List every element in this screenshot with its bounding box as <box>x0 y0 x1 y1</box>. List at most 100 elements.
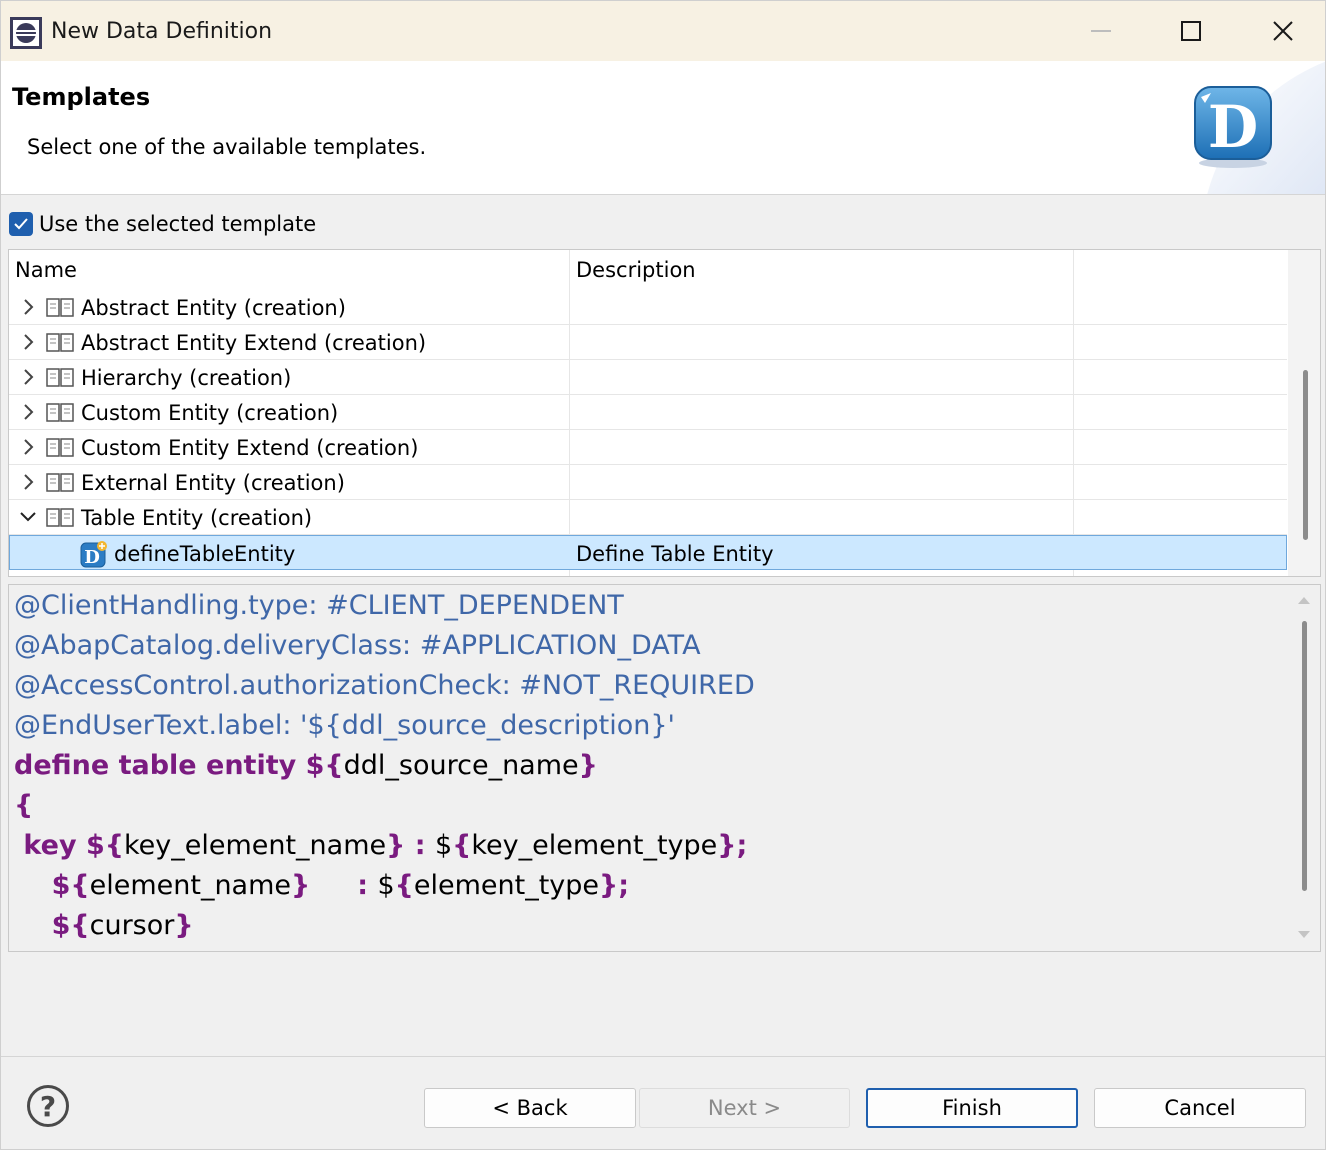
footer-divider <box>1 1056 1325 1057</box>
code-token: @ClientHandling.type: #CLIENT_DEPENDENT <box>14 589 624 621</box>
template-description: Define Table Entity <box>576 541 774 566</box>
code-line: ${element_name} : ${element_type}; <box>14 865 629 905</box>
table-row[interactable]: Hierarchy (creation) <box>9 360 1287 395</box>
code-token: ${ <box>14 869 90 901</box>
code-token: $ <box>434 829 453 861</box>
table-row[interactable]: Table Entity (creation) <box>9 500 1287 535</box>
template-group-label: Table Entity (creation) <box>81 505 313 530</box>
next-button[interactable]: Next > <box>639 1088 850 1128</box>
finish-button[interactable]: Finish <box>866 1088 1078 1128</box>
code-line: ${cursor} <box>14 905 194 945</box>
template-group-book-icon <box>46 298 74 317</box>
code-token: @AbapCatalog.deliveryClass: #APPLICATION… <box>14 629 701 661</box>
back-button[interactable]: < Back <box>424 1088 636 1128</box>
table-row-selected[interactable]: D defineTableEntity Define Table Entity <box>9 535 1287 570</box>
code-line: @AccessControl.authorizationCheck: #NOT_… <box>14 665 755 705</box>
column-header-description[interactable]: Description <box>576 250 1066 290</box>
code-line: define table entity ${ddl_source_name} <box>14 745 598 785</box>
table-row[interactable]: Custom Entity (creation) <box>9 395 1287 430</box>
page-title: Templates <box>12 83 151 111</box>
code-token: { <box>14 789 34 821</box>
cancel-button[interactable]: Cancel <box>1094 1088 1306 1128</box>
maximize-icon <box>1181 21 1201 41</box>
template-group-book-icon <box>46 438 74 457</box>
template-group-book-icon <box>46 473 74 492</box>
close-icon <box>1273 21 1293 41</box>
column-header-name[interactable]: Name <box>15 250 565 290</box>
chevron-right-icon[interactable] <box>18 437 38 457</box>
code-token: define table entity ${ <box>14 749 344 781</box>
minimize-icon <box>1091 30 1111 32</box>
preview-scrollbar[interactable] <box>1288 585 1320 951</box>
table-row[interactable]: Abstract Entity Extend (creation) <box>9 325 1287 360</box>
code-token: key_element_type <box>471 829 718 861</box>
template-group-label: External Entity (creation) <box>81 470 345 495</box>
help-icon[interactable]: ? <box>27 1085 69 1127</box>
scroll-up-arrow-icon[interactable] <box>1298 597 1310 604</box>
code-token: @EndUserText.label: '${ddl_source_descri… <box>14 709 675 741</box>
code-token: key_element_name <box>123 829 387 861</box>
code-token: element_type <box>413 869 600 901</box>
code-token: @AccessControl.authorizationCheck: #NOT_… <box>14 669 755 701</box>
window-title: New Data Definition <box>51 19 273 44</box>
table-scrollbar[interactable] <box>1288 250 1320 576</box>
template-group-label: Abstract Entity (creation) <box>81 295 346 320</box>
code-token: key ${ <box>14 829 124 861</box>
table-row[interactable]: Custom Entity Extend (creation) <box>9 430 1287 465</box>
chevron-right-icon[interactable] <box>18 332 38 352</box>
use-template-label: Use the selected template <box>39 212 317 236</box>
table-row[interactable]: Abstract Entity (creation) <box>9 290 1287 325</box>
chevron-down-icon[interactable] <box>18 507 38 527</box>
code-line: @AbapCatalog.deliveryClass: #APPLICATION… <box>14 625 701 665</box>
chevron-right-icon[interactable] <box>18 297 38 317</box>
svg-text:D: D <box>84 547 100 568</box>
template-group-book-icon <box>46 333 74 352</box>
code-token: } <box>174 909 194 941</box>
minimize-button[interactable] <box>1055 1 1147 61</box>
title-bar[interactable]: New Data Definition <box>1 1 1325 61</box>
template-icon: D <box>80 541 107 568</box>
template-group-book-icon <box>46 368 74 387</box>
chevron-right-icon[interactable] <box>18 367 38 387</box>
maximize-button[interactable] <box>1145 1 1237 61</box>
template-group-label: Hierarchy (creation) <box>81 365 292 390</box>
code-token: }; <box>599 869 630 901</box>
code-line: key ${key_element_name} : ${key_element_… <box>14 825 747 865</box>
page-message: Select one of the available templates. <box>27 135 427 159</box>
scroll-down-arrow-icon[interactable] <box>1298 931 1310 938</box>
code-token: } : <box>291 869 378 901</box>
close-button[interactable] <box>1237 1 1325 61</box>
code-line: @EndUserText.label: '${ddl_source_descri… <box>14 705 675 745</box>
code-line: { <box>14 785 33 825</box>
code-token: } : <box>386 829 435 861</box>
code-token: } <box>578 749 598 781</box>
code-token: { <box>452 829 472 861</box>
ddl-source-logo-icon: D <box>1194 86 1272 168</box>
template-name: defineTableEntity <box>114 541 296 566</box>
template-group-book-icon <box>46 508 74 527</box>
code-line: @ClientHandling.type: #CLIENT_DEPENDENT <box>14 585 624 625</box>
column-header-extra[interactable] <box>1080 250 1280 290</box>
table-scrollbar-thumb[interactable] <box>1303 370 1308 540</box>
template-group-label: Custom Entity Extend (creation) <box>81 435 419 460</box>
wizard-header: Templates Select one of the available te… <box>1 61 1325 195</box>
checkbox-checked-icon[interactable] <box>9 212 33 236</box>
template-preview[interactable]: @ClientHandling.type: #CLIENT_DEPENDENT @… <box>8 584 1321 952</box>
preview-scrollbar-thumb[interactable] <box>1302 621 1307 891</box>
use-template-checkbox[interactable]: Use the selected template <box>9 209 316 239</box>
eclipse-app-icon <box>10 17 42 49</box>
table-row[interactable]: External Entity (creation) <box>9 465 1287 500</box>
templates-table[interactable]: Name Description Abstract Entity (creati… <box>8 249 1321 577</box>
code-token: ddl_source_name <box>343 749 579 781</box>
code-token: $ <box>377 869 395 901</box>
code-token: { <box>394 869 414 901</box>
chevron-right-icon[interactable] <box>18 472 38 492</box>
template-group-book-icon <box>46 403 74 422</box>
svg-text:D: D <box>1208 93 1258 161</box>
template-group-label: Custom Entity (creation) <box>81 400 339 425</box>
template-group-label: Abstract Entity Extend (creation) <box>81 330 427 355</box>
code-token: }; <box>717 829 748 861</box>
code-token: cursor <box>89 909 175 941</box>
chevron-right-icon[interactable] <box>18 402 38 422</box>
new-data-definition-dialog: New Data Definition Templates Select one… <box>0 0 1326 1150</box>
